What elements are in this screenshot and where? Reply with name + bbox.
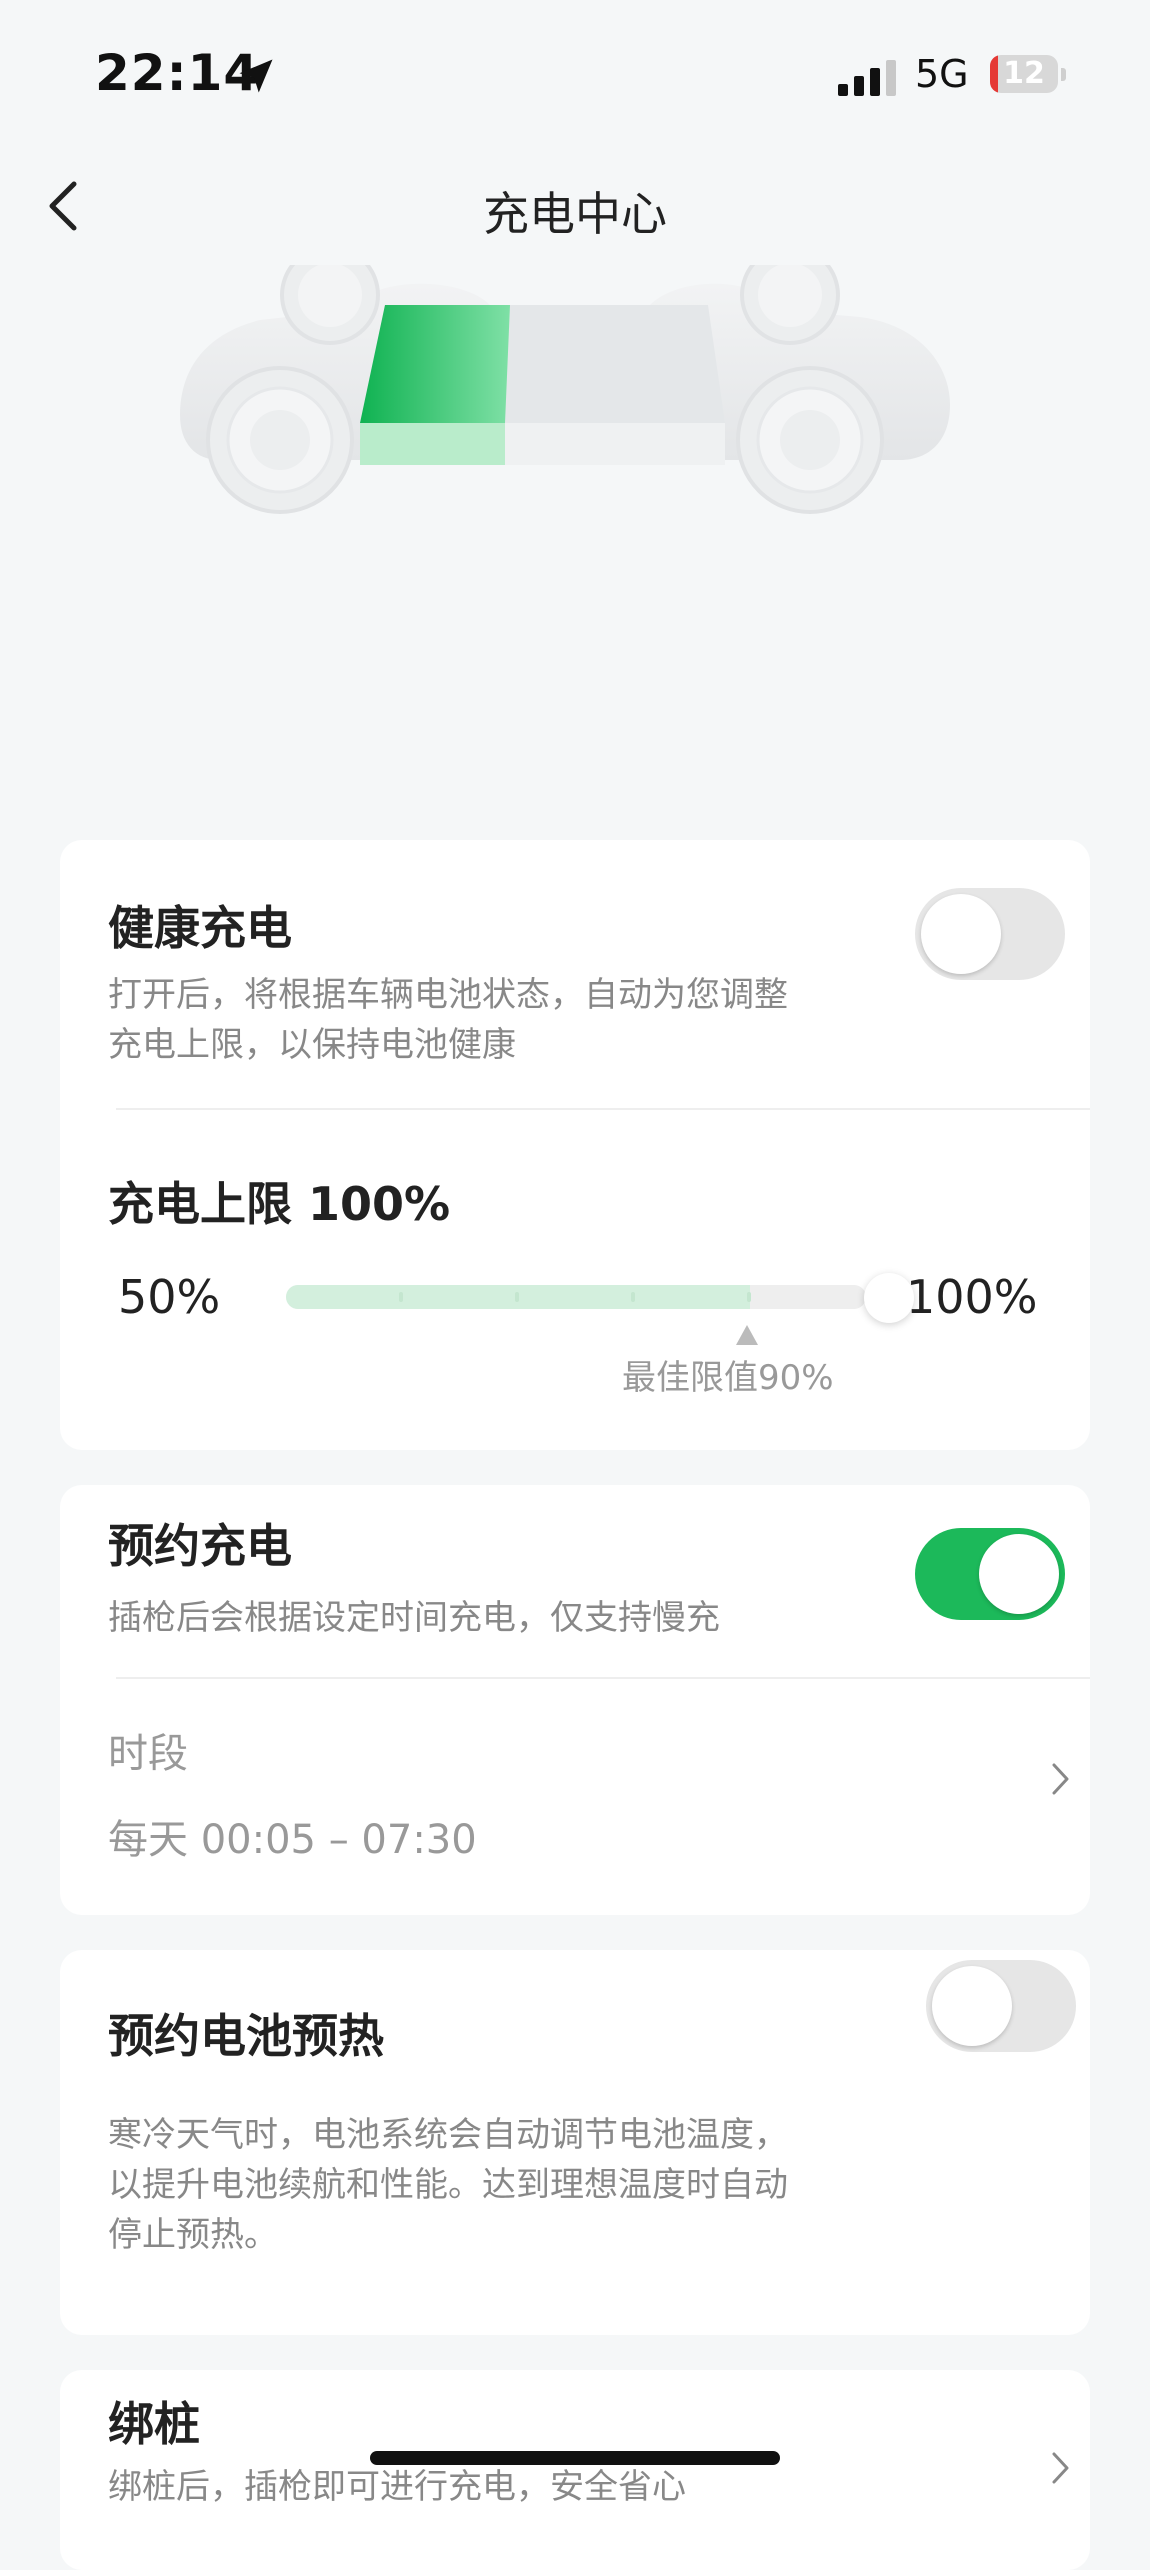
charge-limit-title: 充电上限 100% — [108, 1177, 451, 1231]
status-bar: 22:14 5G 12 — [0, 0, 1150, 150]
scheduled-charging-card: 预约充电 插枪后会根据设定时间充电，仅支持慢充 时段 每天 00:05 – 07… — [60, 1485, 1090, 1915]
divider — [116, 1108, 1090, 1110]
battery-icon: 12 — [990, 55, 1070, 95]
home-indicator[interactable] — [370, 2451, 780, 2465]
healthy-charging-toggle[interactable] — [915, 888, 1065, 980]
healthy-charging-card: 健康充电 打开后，将根据车辆电池状态，自动为您调整 充电上限，以保持电池健康 充… — [60, 840, 1090, 1450]
battery-preheat-card: 预约电池预热 寒冷天气时，电池系统会自动调节电池温度， 以提升电池续航和性能。达… — [60, 1950, 1090, 2335]
slider-tick — [399, 1292, 403, 1302]
chevron-right-icon — [1052, 1763, 1069, 1795]
slider-tick — [631, 1292, 635, 1302]
page-title: 充电中心 — [483, 187, 667, 241]
network-type: 5G — [915, 52, 969, 96]
slider-tick — [747, 1292, 751, 1302]
signal-bars-icon — [838, 60, 896, 96]
battery-preheat-title: 预约电池预热 — [108, 2009, 384, 2063]
battery-level: 12 — [1003, 56, 1045, 91]
healthy-charging-title: 健康充电 — [108, 901, 292, 955]
charge-limit-slider-track[interactable] — [286, 1285, 866, 1309]
battery-preheat-description: 寒冷天气时，电池系统会自动调节电池温度， 以提升电池续航和性能。达到理想温度时自… — [108, 2115, 788, 2255]
recommended-limit-marker-icon — [736, 1325, 758, 1345]
scheduled-charging-title: 预约充电 — [108, 1519, 292, 1573]
scheduled-charging-description: 插枪后会根据设定时间充电，仅支持慢充 — [108, 1598, 720, 1638]
chevron-right-icon — [1052, 2452, 1069, 2484]
schedule-period-row[interactable]: 时段 每天 00:05 – 07:30 — [60, 1679, 1090, 1915]
nav-bar: 充电中心 — [0, 160, 1150, 250]
slider-max-label: 100% — [906, 1270, 1038, 1324]
scheduled-charging-toggle[interactable] — [915, 1528, 1065, 1620]
bind-pile-card[interactable]: 绑桩 绑桩后，插枪即可进行充电，安全省心 — [60, 2370, 1090, 2570]
slider-tick — [515, 1292, 519, 1302]
period-label: 时段 — [108, 1731, 188, 1777]
location-arrow-icon — [239, 59, 273, 93]
bind-pile-title: 绑桩 — [108, 2397, 200, 2451]
bind-pile-description: 绑桩后，插枪即可进行充电，安全省心 — [108, 2467, 686, 2507]
car-battery-illustration — [180, 265, 950, 514]
slider-min-label: 50% — [118, 1270, 221, 1324]
recommended-limit-label: 最佳限值90% — [622, 1358, 834, 1398]
healthy-charging-description: 打开后，将根据车辆电池状态，自动为您调整 充电上限，以保持电池健康 — [108, 975, 788, 1065]
battery-preheat-toggle[interactable] — [926, 1960, 1076, 2052]
period-value: 每天 00:05 – 07:30 — [108, 1817, 477, 1863]
